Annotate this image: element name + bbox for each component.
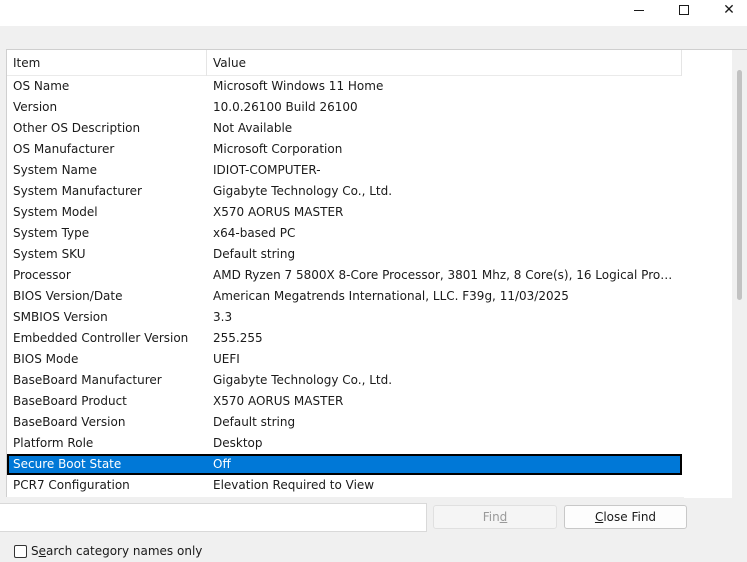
row-value-cell: Microsoft Windows 11 Home [213,79,384,93]
row-item-cell: System Name [13,163,97,177]
search-category-label[interactable]: Search category names only [31,544,202,558]
column-header-value[interactable]: Value [207,50,682,76]
row-value-cell: Off [213,457,231,471]
table-row[interactable]: Embedded Controller Version 255.255 [7,328,682,349]
table-row[interactable]: SMBIOS Version 3.3 [7,307,682,328]
minimize-icon [634,9,644,11]
search-category-label-pre: S [31,544,39,558]
table-row[interactable]: System SKU Default string [7,244,682,265]
row-item-cell: BIOS Mode [13,352,79,366]
row-item-cell: BIOS Version/Date [13,289,123,303]
table-row[interactable]: BaseBoard Manufacturer Gigabyte Technolog… [7,370,682,391]
row-value-cell: X570 AORUS MASTER [213,394,344,408]
minimize-button[interactable] [616,0,662,20]
table-body: OS Name Microsoft Windows 11 Home Version 1… [7,76,682,496]
row-item-cell: OS Name [13,79,70,93]
maximize-button[interactable] [661,0,707,20]
table-row[interactable]: Other OS Description Not Available [7,118,682,139]
find-button-accel: d [499,510,508,524]
row-value-cell: x64-based PC [213,226,296,240]
row-value-cell: Default string [213,247,296,261]
system-summary-table: Item Value OS Name Microsoft Windows 11 H… [6,49,747,498]
row-item-cell: Other OS Description [13,121,141,135]
row-value-cell: 3.3 [213,310,233,324]
row-value-cell: X570 AORUS MASTER [213,205,344,219]
row-item-cell: System Type [13,226,90,240]
row-item-cell: BaseBoard Version [13,415,126,429]
find-button[interactable]: Find [433,505,557,529]
row-value-cell: Not Available [213,121,293,135]
row-item-cell: OS Manufacturer [13,142,115,156]
row-item-cell: Secure Boot State [13,457,122,471]
row-item-cell: BaseBoard Manufacturer [13,373,162,387]
row-value-cell: AMD Ryzen 7 5800X 8-Core Processor, 3801… [213,268,675,282]
title-bar: ✕ [0,0,747,26]
close-find-button[interactable]: Close Find [564,505,687,529]
search-category-checkbox[interactable] [14,544,27,558]
scrollbar-thumb[interactable] [737,70,742,300]
row-value-cell: American Megatrends International, LLC. … [213,289,569,303]
row-item-cell: SMBIOS Version [13,310,108,324]
vertical-scrollbar[interactable] [684,50,747,498]
table-row[interactable]: Processor AMD Ryzen 7 5800X 8-Core Proces… [7,265,682,286]
search-category-option[interactable]: Search category names only [14,543,202,559]
row-item-cell: System Model [13,205,98,219]
search-category-label-post: arch category names only [46,544,203,558]
row-value-cell: 255.255 [213,331,263,345]
find-button-label: Fin [482,510,500,524]
row-item-cell: PCR7 Configuration [13,478,130,492]
row-item-cell: System SKU [13,247,86,261]
table-row[interactable]: BIOS Version/Date American Megatrends Int… [7,286,682,307]
row-item-cell: BaseBoard Product [13,394,127,408]
maximize-icon [679,5,689,15]
table-row[interactable]: System Type x64-based PC [7,223,682,244]
table-row[interactable]: Version 10.0.26100 Build 26100 [7,97,682,118]
table-row[interactable]: BaseBoard Product X570 AORUS MASTER [7,391,682,412]
table-row[interactable]: OS Name Microsoft Windows 11 Home [7,76,682,97]
close-button[interactable]: ✕ [706,0,747,20]
row-item-cell: Processor [13,268,71,282]
find-what-input[interactable] [0,503,427,532]
table-row[interactable]: System Manufacturer Gigabyte Technology C… [7,181,682,202]
row-value-cell: IDIOT-COMPUTER- [213,163,321,177]
row-value-cell: Desktop [213,436,263,450]
table-row[interactable]: OS Manufacturer Microsoft Corporation [7,139,682,160]
table-row[interactable]: Secure Boot State Off [7,454,682,475]
row-item-cell: Embedded Controller Version [13,331,189,345]
column-header-item[interactable]: Item [7,50,207,76]
table-row[interactable]: BaseBoard Version Default string [7,412,682,433]
row-value-cell: Default string [213,415,296,429]
row-value-cell: 10.0.26100 Build 26100 [213,100,358,114]
row-item-cell: System Manufacturer [13,184,142,198]
table-row[interactable]: PCR7 Configuration Elevation Required to … [7,475,682,496]
close-find-label: lose Find [603,510,657,524]
search-category-accel: e [38,544,47,558]
row-value-cell: Microsoft Corporation [213,142,343,156]
table-header: Item Value [7,50,682,76]
row-value-cell: Gigabyte Technology Co., Ltd. [213,373,393,387]
row-value-cell: Elevation Required to View [213,478,375,492]
row-item-cell: Platform Role [13,436,94,450]
table-row[interactable]: Platform Role Desktop [7,433,682,454]
row-value-cell: Gigabyte Technology Co., Ltd. [213,184,393,198]
row-value-cell: UEFI [213,352,240,366]
close-icon: ✕ [723,2,735,18]
table-row[interactable]: BIOS Mode UEFI [7,349,682,370]
table-row[interactable]: System Name IDIOT-COMPUTER- [7,160,682,181]
table-row[interactable]: System Model X570 AORUS MASTER [7,202,682,223]
row-item-cell: Version [13,100,58,114]
